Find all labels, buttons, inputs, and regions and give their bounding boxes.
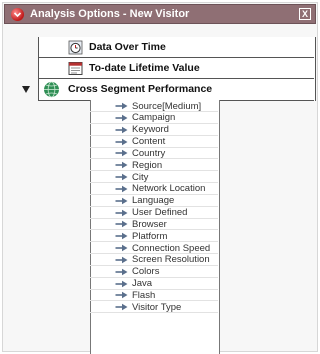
arrow-right-icon — [115, 102, 128, 110]
arrow-right-icon — [115, 138, 128, 145]
segment-item[interactable]: Java — [90, 278, 218, 290]
segment-label: Browser — [132, 218, 167, 230]
option-label: To-date Lifetime Value — [89, 62, 200, 74]
expand-triangle-icon[interactable] — [22, 86, 30, 93]
arrow-right-icon — [115, 114, 128, 122]
segment-label: Visitor Type — [132, 301, 182, 313]
segment-item[interactable]: Campaign — [90, 112, 218, 124]
option-label: Cross Segment Performance — [68, 83, 213, 95]
segment-label: Connection Speed — [132, 242, 211, 254]
arrow-right-icon — [115, 304, 128, 311]
segment-label: Campaign — [132, 112, 176, 124]
arrow-right-icon — [115, 197, 128, 204]
option-data-over-time[interactable]: Data Over Time — [68, 37, 166, 57]
arrow-right-icon — [115, 185, 128, 193]
arrow-right-icon — [115, 126, 128, 133]
segment-label: Keyword — [132, 124, 169, 136]
segment-label: Region — [132, 159, 163, 171]
window-icon — [11, 7, 24, 21]
segment-label: Screen Resolution — [132, 254, 210, 266]
window-title: Analysis Options - New Visitor — [30, 8, 190, 20]
close-button[interactable]: X — [299, 8, 311, 20]
segment-item[interactable]: User Defined — [90, 207, 218, 219]
arrow-right-icon — [115, 244, 128, 252]
divider — [218, 100, 314, 101]
option-cross-segment-performance[interactable]: Cross Segment Performance — [43, 79, 212, 99]
divider — [38, 100, 90, 101]
arrow-right-icon — [115, 268, 128, 275]
segment-label: Content — [132, 136, 166, 148]
segment-item[interactable]: Keyword — [90, 124, 218, 136]
segment-label: Source[Medium] — [132, 100, 202, 112]
segment-item[interactable]: Connection Speed — [90, 242, 218, 255]
segment-item[interactable]: Source[Medium] — [90, 101, 218, 112]
segment-label: Network Location — [132, 183, 206, 195]
arrow-right-icon — [115, 150, 128, 157]
segment-label: User Defined — [132, 207, 188, 219]
segment-item[interactable]: Region — [90, 159, 218, 172]
arrow-right-icon — [115, 173, 128, 181]
segment-label: City — [132, 171, 149, 183]
segment-item[interactable]: Platform — [90, 230, 218, 243]
arrow-right-icon — [115, 161, 128, 169]
option-to-date-lifetime-value[interactable]: To-date Lifetime Value — [68, 58, 200, 78]
window-titlebar: Analysis Options - New Visitor X — [4, 4, 316, 24]
segment-item[interactable]: Flash — [90, 289, 218, 302]
arrow-right-icon — [115, 256, 128, 264]
segment-label: Java — [132, 278, 153, 290]
segment-item[interactable]: Visitor Type — [90, 301, 218, 314]
segment-label: Language — [132, 195, 175, 207]
segment-item[interactable]: Screen Resolution — [90, 254, 218, 266]
arrow-right-icon — [115, 221, 128, 228]
segment-item[interactable]: City — [90, 171, 218, 184]
option-label: Data Over Time — [89, 41, 166, 53]
arrow-right-icon — [115, 209, 128, 216]
arrow-right-icon — [115, 233, 128, 240]
segment-label: Platform — [132, 230, 168, 242]
segment-item[interactable]: Country — [90, 147, 218, 160]
segment-item[interactable]: Language — [90, 195, 218, 207]
segment-item[interactable]: Network Location — [90, 183, 218, 195]
segment-item[interactable]: Colors — [90, 266, 218, 278]
calendar-icon — [68, 61, 83, 76]
globe-icon — [43, 81, 60, 98]
segment-label: Country — [132, 147, 166, 159]
arrow-right-icon — [115, 280, 128, 287]
clock-icon — [68, 40, 83, 55]
segment-item[interactable]: Content — [90, 136, 218, 148]
segment-item[interactable]: Browser — [90, 218, 218, 231]
segment-label: Flash — [132, 289, 156, 301]
arrow-right-icon — [115, 292, 128, 299]
segment-label: Colors — [132, 266, 160, 278]
